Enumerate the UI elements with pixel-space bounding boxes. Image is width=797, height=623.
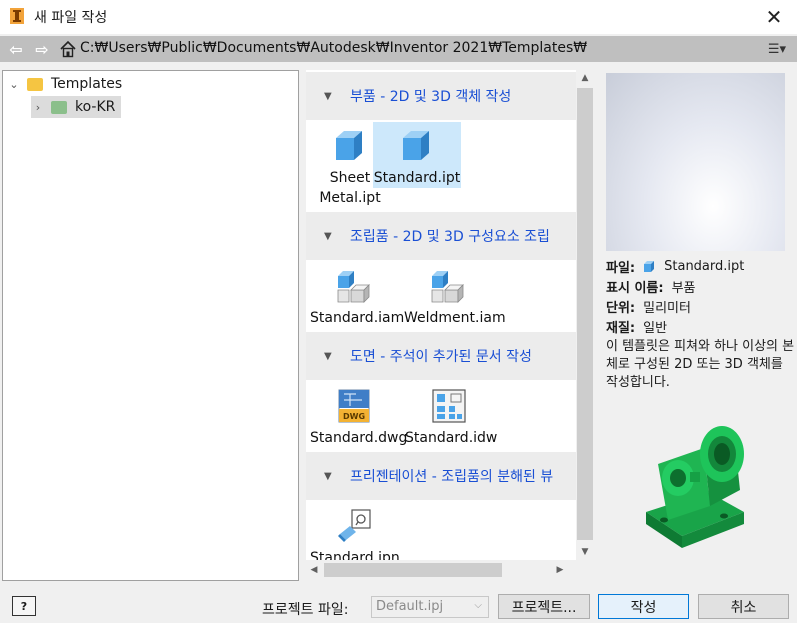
file-name: Standard.iam <box>310 310 405 326</box>
template-description: 이 템플릿은 피쳐와 하나 이상의 본체로 구성된 2D 또는 3D 객체를 작… <box>606 339 795 390</box>
group-title: 조립품 - 2D 및 3D 구성요소 조립 <box>350 229 550 245</box>
detail-key: 재질: <box>606 320 636 336</box>
chevron-down-icon[interactable]: ⌄ <box>7 78 21 91</box>
part-preview-image <box>646 426 744 548</box>
collapse-triangle-icon[interactable]: ▼ <box>324 471 350 482</box>
detail-file: 파일: Standard.ipt <box>606 256 796 276</box>
folder-icon <box>51 100 67 114</box>
group-title: 도면 - 주석이 추가된 문서 작성 <box>350 349 532 365</box>
svg-text:DWG: DWG <box>343 412 365 421</box>
home-icon[interactable] <box>60 40 76 58</box>
tree-item-templates[interactable]: ⌄ Templates <box>7 73 122 95</box>
folder-icon <box>27 77 43 91</box>
scroll-thumb[interactable] <box>324 563 502 577</box>
group-header-assembly[interactable]: ▼ 조립품 - 2D 및 3D 구성요소 조립 <box>306 212 576 260</box>
detail-value: 부품 <box>671 280 696 296</box>
detail-key: 단위: <box>606 300 636 316</box>
vertical-scrollbar[interactable]: ▲ ▼ <box>576 70 594 560</box>
detail-value: Standard.ipt <box>664 258 745 274</box>
horizontal-scrollbar[interactable]: ◀ ▶ <box>306 560 576 580</box>
file-name: Standard.ipt <box>373 170 461 186</box>
window-title: 새 파일 작성 <box>34 10 108 26</box>
assembly-icon <box>337 271 370 303</box>
collapse-triangle-icon[interactable]: ▼ <box>324 91 350 102</box>
file-item-standard-iam[interactable]: Standard.iam <box>310 262 405 328</box>
detail-material: 재질: 일반 <box>606 316 796 336</box>
file-item-standard-dwg[interactable]: DWG Standard.dwg <box>310 382 408 448</box>
folder-tree: ⌄ Templates › ko-KR <box>2 70 299 581</box>
chevron-right-icon[interactable]: › <box>31 101 45 114</box>
tree-item-label: ko-KR <box>75 99 116 115</box>
file-item-standard-idw[interactable]: Standard.idw <box>405 382 498 448</box>
help-icon: ? <box>20 599 28 613</box>
back-button[interactable]: ⇦ <box>6 39 26 59</box>
path-bar: ⇦ ⇨ C:₩Users₩Public₩Documents₩Autodesk₩I… <box>0 36 797 62</box>
collapse-triangle-icon[interactable]: ▼ <box>324 351 350 362</box>
assembly-icon <box>431 271 464 303</box>
tree-item-ko-kr[interactable]: › ko-KR <box>31 96 122 118</box>
template-list: ▼ 부품 - 2D 및 3D 객체 작성 Sheet Metal.ipt Sta… <box>306 70 576 560</box>
title-bar: 새 파일 작성 ✕ <box>0 0 797 34</box>
part-cube-icon <box>644 260 655 272</box>
projects-button-label: 프로젝트... <box>511 599 577 616</box>
projects-button[interactable]: 프로젝트... <box>498 594 590 619</box>
arrow-left-icon: ⇦ <box>9 39 23 59</box>
cancel-button[interactable]: 취소 <box>698 594 789 619</box>
file-item-standard-ipt[interactable]: Standard.ipt <box>373 122 461 188</box>
detail-unit: 단위: 밀리미터 <box>606 296 796 316</box>
arrow-right-icon: ⇨ <box>35 39 49 59</box>
inventor-app-icon <box>10 8 24 24</box>
view-options-button[interactable]: ☰▾ <box>763 39 791 59</box>
collapse-triangle-icon[interactable]: ▼ <box>324 231 350 242</box>
detail-value: 일반 <box>643 320 668 336</box>
group-header-part[interactable]: ▼ 부품 - 2D 및 3D 객체 작성 <box>306 72 576 120</box>
tree-item-label: Templates <box>51 76 123 92</box>
dwg-icon: DWG <box>338 389 370 423</box>
file-name: Weldment.iam <box>404 310 506 326</box>
scroll-left-button[interactable]: ◀ <box>306 562 322 578</box>
file-name: Standard.ipn <box>310 550 400 560</box>
project-file-select[interactable]: Default.ipj ⌵ <box>371 596 489 618</box>
detail-key: 파일: <box>606 260 636 276</box>
part-cube-icon <box>403 131 429 160</box>
idw-icon <box>432 389 466 423</box>
bottom-bar: ? 프로젝트 파일: Default.ipj ⌵ 프로젝트... 작성 취소 <box>0 590 797 623</box>
scroll-down-button[interactable]: ▼ <box>576 544 594 560</box>
help-button[interactable]: ? <box>12 596 36 616</box>
current-path[interactable]: C:₩Users₩Public₩Documents₩Autodesk₩Inven… <box>80 40 587 56</box>
part-cube-icon <box>336 131 362 160</box>
forward-button[interactable]: ⇨ <box>32 39 52 59</box>
detail-display-name: 표시 이름: 부품 <box>606 276 796 296</box>
group-title: 프리젠테이션 - 조립품의 분해된 뷰 <box>350 469 554 485</box>
group-header-drawing[interactable]: ▼ 도면 - 주석이 추가된 문서 작성 <box>306 332 576 380</box>
scroll-up-button[interactable]: ▲ <box>576 70 594 86</box>
create-button[interactable]: 작성 <box>598 594 689 619</box>
close-icon: ✕ <box>765 5 783 29</box>
project-file-label: 프로젝트 파일: <box>262 602 349 618</box>
group-header-presentation[interactable]: ▼ 프리젠테이션 - 조립품의 분해된 뷰 <box>306 452 576 500</box>
close-button[interactable]: ✕ <box>751 0 797 34</box>
file-item-standard-ipn[interactable]: Standard.ipn <box>310 502 400 560</box>
create-button-label: 작성 <box>630 599 657 616</box>
chevron-down-icon: ⌵ <box>474 600 482 611</box>
template-details: 파일: Standard.ipt 표시 이름: 부품 단위: 밀리미터 재질: … <box>606 256 796 392</box>
project-file-value: Default.ipj <box>376 599 444 614</box>
file-name: Standard.dwg <box>310 430 408 446</box>
file-item-weldment-iam[interactable]: Weldment.iam <box>404 262 506 328</box>
template-preview <box>606 73 785 251</box>
presentation-icon <box>338 509 371 542</box>
file-name: Standard.idw <box>405 430 498 446</box>
list-view-icon: ☰▾ <box>767 41 787 57</box>
detail-key: 표시 이름: <box>606 280 664 296</box>
cancel-button-label: 취소 <box>730 599 757 616</box>
scroll-thumb[interactable] <box>577 88 593 540</box>
detail-value: 밀리미터 <box>643 300 691 316</box>
scroll-right-button[interactable]: ▶ <box>552 562 568 578</box>
group-title: 부품 - 2D 및 3D 객체 작성 <box>350 89 512 105</box>
